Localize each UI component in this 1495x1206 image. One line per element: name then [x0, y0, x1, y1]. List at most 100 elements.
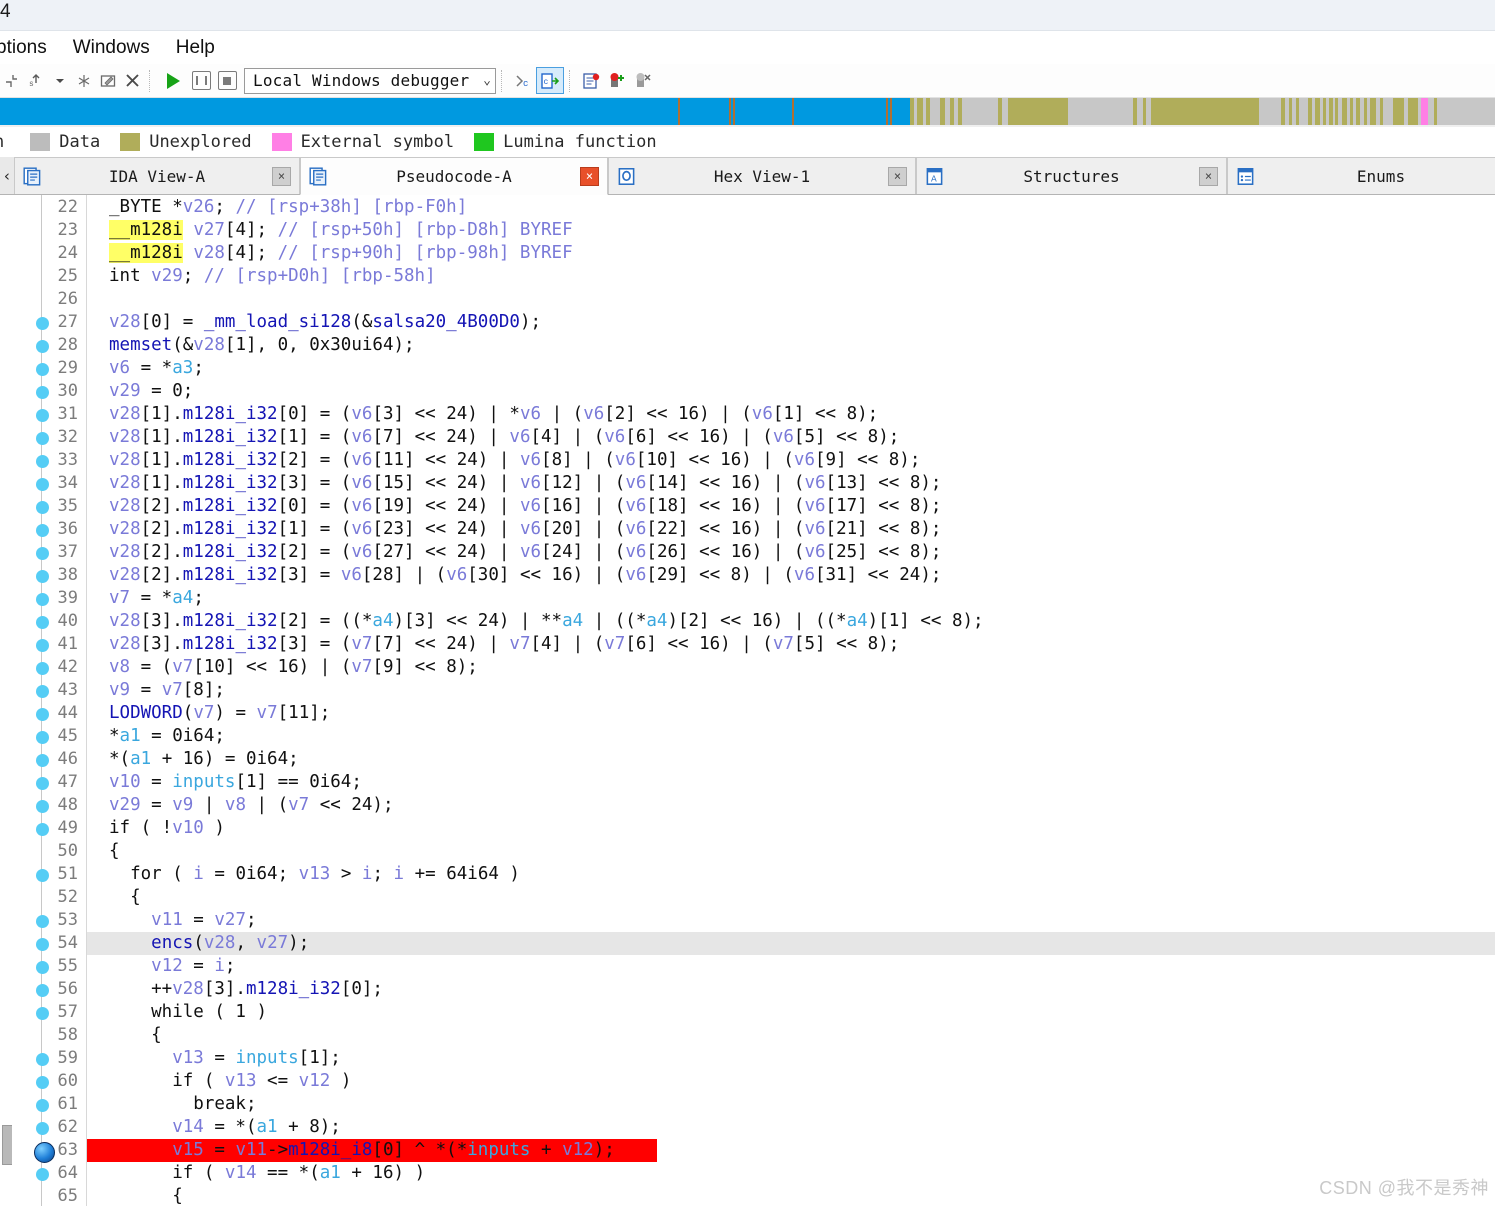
step-over-icon[interactable]: s — [24, 68, 48, 94]
code-line[interactable]: v7 = *a4; — [87, 587, 1495, 610]
code-line[interactable]: v15 = v11->m128i_i8[0] ^ *(*inputs + v12… — [87, 1139, 1495, 1162]
code-line[interactable]: v29 = v9 | v8 | (v7 << 24); — [87, 794, 1495, 817]
code-line[interactable]: *a1 = 0i64; — [87, 725, 1495, 748]
breakpoint-dot-icon[interactable] — [36, 455, 49, 468]
gutter-row[interactable]: 38 — [12, 564, 86, 587]
gutter-row[interactable]: 51 — [12, 863, 86, 886]
tab-enums[interactable]: Enums× — [1227, 157, 1495, 194]
gutter-row[interactable]: 46 — [12, 748, 86, 771]
code-line[interactable]: { — [87, 886, 1495, 909]
gutter-row[interactable]: 64 — [12, 1162, 86, 1185]
menu-item-options[interactable]: ptions — [0, 31, 60, 64]
breakpoint-dot-icon[interactable] — [36, 1007, 49, 1020]
tab-pseudocode-a[interactable]: Pseudocode-A × — [300, 157, 608, 195]
breakpoint-dot-icon[interactable] — [36, 616, 49, 629]
breakpoint-dot-icon[interactable] — [36, 593, 49, 606]
code-line[interactable]: v9 = v7[8]; — [87, 679, 1495, 702]
gutter-row[interactable]: 33 — [12, 449, 86, 472]
gutter-row[interactable]: 28 — [12, 334, 86, 357]
code-line[interactable]: for ( i = 0i64; v13 > i; i += 64i64 ) — [87, 863, 1495, 886]
gutter-row[interactable]: 61 — [12, 1093, 86, 1116]
breakpoint-dot-icon[interactable] — [36, 317, 49, 330]
breakpoint-dot-icon[interactable] — [36, 915, 49, 928]
code-line[interactable]: v28[2].m128i_i32[1] = (v6[23] << 24) | v… — [87, 518, 1495, 541]
code-line[interactable]: v13 = inputs[1]; — [87, 1047, 1495, 1070]
gutter-row[interactable]: 27 — [12, 311, 86, 334]
line-gutter[interactable]: 22 23 24 25 26 27 28 29 30 31 32 33 34 35 36 37 38 39 40 41… — [12, 195, 87, 1206]
code-line[interactable]: _BYTE *v26; // [rsp+38h] [rbp-F0h] — [87, 196, 1495, 219]
tab-scroll-left-button[interactable]: ‹ — [0, 158, 14, 194]
snowflake-icon[interactable] — [72, 68, 96, 94]
debugger-select[interactable]: Local Windows debugger ⌄ — [244, 67, 496, 94]
code-line[interactable]: v8 = (v7[10] << 16) | (v7[9] << 8); — [87, 656, 1495, 679]
code-line[interactable]: __m128i v27[4]; // [rsp+50h] [rbp-D8h] B… — [87, 219, 1495, 242]
code-line[interactable]: v28[1].m128i_i32[1] = (v6[7] << 24) | v6… — [87, 426, 1495, 449]
code-line[interactable]: { — [87, 1024, 1495, 1047]
breakpoint-dot-icon[interactable] — [36, 1122, 49, 1135]
code-line[interactable]: int v29; // [rsp+D0h] [rbp-58h] — [87, 265, 1495, 288]
gutter-row[interactable]: 62 — [12, 1116, 86, 1139]
breakpoint-dot-icon[interactable] — [36, 823, 49, 836]
gutter-row[interactable]: 32 — [12, 426, 86, 449]
breakpoint-dot-icon[interactable] — [36, 984, 49, 997]
pause-icon[interactable] — [188, 68, 214, 94]
gutter-row[interactable]: 49 — [12, 817, 86, 840]
close-icon[interactable]: × — [580, 166, 599, 186]
chevron-down-icon[interactable] — [48, 68, 72, 94]
code-line[interactable]: __m128i v28[4]; // [rsp+90h] [rbp-98h] B… — [87, 242, 1495, 265]
navigation-band[interactable] — [0, 98, 1495, 127]
code-line[interactable]: { — [87, 840, 1495, 863]
breakpoint-dot-icon[interactable] — [36, 754, 49, 767]
code-line[interactable]: v28[1].m128i_i32[0] = (v6[3] << 24) | *v… — [87, 403, 1495, 426]
code-line[interactable]: memset(&v28[1], 0, 0x30ui64); — [87, 334, 1495, 357]
code-line[interactable]: v28[3].m128i_i32[2] = ((*a4)[3] << 24) |… — [87, 610, 1495, 633]
breakpoint-dot-icon[interactable] — [36, 409, 49, 422]
code-line[interactable]: v29 = 0; — [87, 380, 1495, 403]
vertical-scroll-edge[interactable] — [0, 195, 13, 1206]
code-line[interactable] — [87, 288, 1495, 311]
breakpoint-dot-icon[interactable] — [36, 570, 49, 583]
gutter-row[interactable]: 55 — [12, 955, 86, 978]
close-icon[interactable]: × — [1199, 166, 1218, 186]
code-line[interactable]: *(a1 + 16) = 0i64; — [87, 748, 1495, 771]
gutter-row[interactable]: 42 — [12, 656, 86, 679]
breakpoint-dot-icon[interactable] — [36, 386, 49, 399]
code-line[interactable]: v10 = inputs[1] == 0i64; — [87, 771, 1495, 794]
code-line[interactable]: { — [87, 1185, 1495, 1206]
delete-icon[interactable] — [120, 68, 144, 94]
code-line[interactable]: if ( v13 <= v12 ) — [87, 1070, 1495, 1093]
gutter-row[interactable]: 43 — [12, 679, 86, 702]
breakpoint-dot-icon[interactable] — [36, 961, 49, 974]
breakpoint-dot-icon[interactable] — [36, 800, 49, 813]
gutter-row[interactable]: 39 — [12, 587, 86, 610]
gutter-row[interactable]: 53 — [12, 909, 86, 932]
breakpoint-dot-icon[interactable] — [36, 777, 49, 790]
breakpoint-dot-icon[interactable] — [36, 501, 49, 514]
gutter-row[interactable]: 56 — [12, 978, 86, 1001]
breakpoint-dot-icon[interactable] — [36, 547, 49, 560]
gutter-row[interactable]: 63 — [12, 1139, 86, 1163]
gutter-row[interactable]: 65 — [12, 1185, 86, 1206]
gutter-row[interactable]: 58 — [12, 1024, 86, 1047]
gutter-row[interactable]: 48 — [12, 794, 86, 817]
menu-item-windows[interactable]: Windows — [60, 31, 163, 64]
gutter-row[interactable]: 54 — [12, 932, 86, 955]
delete-breakpoint-icon[interactable] — [630, 68, 656, 94]
code-line[interactable]: v6 = *a3; — [87, 357, 1495, 380]
add-breakpoint-icon[interactable] — [604, 68, 630, 94]
breakpoint-dot-icon[interactable] — [36, 478, 49, 491]
menu-item-help[interactable]: Help — [163, 31, 228, 64]
tab-structures[interactable]: A Structures × — [916, 157, 1227, 194]
code-line[interactable]: v28[0] = _mm_load_si128(&salsa20_4B00D0)… — [87, 311, 1495, 334]
code-line[interactable]: v12 = i; — [87, 955, 1495, 978]
code-line[interactable]: if ( !v10 ) — [87, 817, 1495, 840]
gutter-row[interactable]: 35 — [12, 495, 86, 518]
code-line[interactable]: break; — [87, 1093, 1495, 1116]
code-line[interactable]: v28[2].m128i_i32[2] = (v6[27] << 24) | v… — [87, 541, 1495, 564]
tab-ida-view-a[interactable]: IDA View-A × — [14, 157, 300, 194]
breakpoint-dot-icon[interactable] — [36, 524, 49, 537]
breakpoint-dot-icon[interactable] — [36, 731, 49, 744]
attach-process-icon[interactable]: c — [510, 68, 536, 93]
breakpoint-dot-icon[interactable] — [36, 1099, 49, 1112]
breakpoint-dot-icon[interactable] — [36, 938, 49, 951]
